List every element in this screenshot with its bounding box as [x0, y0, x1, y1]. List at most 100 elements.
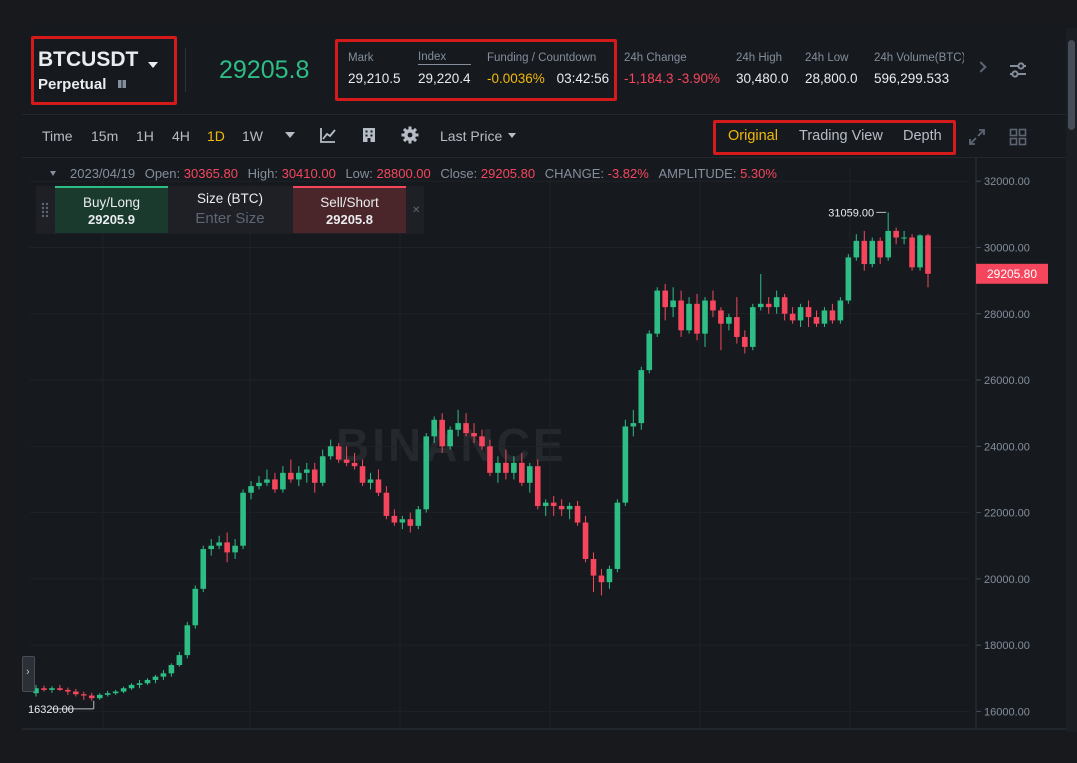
candle-body	[757, 303, 764, 308]
candle-body	[335, 446, 342, 460]
candle-body	[869, 240, 876, 265]
drag-handle-icon[interactable]	[41, 202, 49, 218]
candle-body	[359, 466, 366, 483]
candlestick-chart: 32000.00 30000.00 28000.00 26000.00 24000.00…	[22, 158, 1066, 730]
candle-body	[128, 684, 135, 689]
scrollbar-track[interactable]	[1066, 28, 1077, 732]
y-tick-label: 18000.00	[984, 640, 1030, 652]
candle-body	[208, 545, 215, 550]
candle-body	[670, 300, 676, 308]
candle-body	[789, 313, 796, 321]
candle-body	[168, 665, 175, 674]
size-input[interactable]	[176, 208, 284, 228]
y-tick-label: 24000.00	[984, 441, 1030, 453]
candle-body	[375, 479, 382, 493]
candle-body	[455, 423, 461, 430]
candle-body	[686, 303, 692, 331]
candle-body	[272, 479, 278, 490]
candle-body	[646, 333, 653, 371]
candle-body	[216, 542, 222, 546]
candle-body	[57, 688, 63, 690]
candle-body	[893, 230, 899, 238]
candle-body	[431, 419, 438, 437]
candle-body	[327, 446, 334, 457]
ohlc-legend: 2023/04/19 Open: 30365.80 High: 30410.00…	[52, 166, 777, 181]
candle-body	[280, 472, 286, 490]
ohlc-close: 29205.80	[480, 166, 536, 181]
candle-body	[678, 300, 684, 331]
candle-body	[136, 683, 143, 685]
candle-body	[160, 673, 167, 677]
candle-body	[240, 492, 246, 546]
ohlc-amplitude-label: AMPLITUDE:	[658, 166, 737, 181]
candle-body	[415, 509, 422, 526]
ohlc-open: 30365.80	[183, 166, 238, 181]
candle-body	[702, 300, 708, 334]
candle-body	[88, 695, 95, 699]
candle-body	[96, 694, 103, 699]
candle-body	[853, 240, 860, 258]
candle-body	[734, 317, 740, 337]
candle-body	[367, 479, 374, 483]
sell-short-price: 29205.8	[326, 212, 373, 227]
expand-sidebar-tab[interactable]: ›	[22, 656, 35, 692]
candle-body	[104, 693, 111, 695]
ohlc-high-label: High:	[247, 166, 278, 181]
candle-body	[742, 336, 748, 347]
sell-short-button[interactable]: Sell/Short 29205.8	[293, 186, 406, 233]
candle-body	[877, 240, 884, 258]
candle-body	[773, 297, 780, 308]
candle-body	[303, 469, 310, 473]
close-order-widget-icon[interactable]: ✕	[412, 205, 420, 216]
candle-body	[917, 235, 923, 268]
candle-body	[296, 472, 302, 480]
ohlc-high: 30410.00	[281, 166, 336, 181]
candle-body	[749, 307, 756, 347]
candle-body	[41, 688, 47, 690]
candle-body	[471, 433, 477, 437]
candle-body	[311, 469, 318, 483]
candle-body	[112, 691, 119, 694]
candle-body	[503, 462, 509, 473]
y-tick-label: 16000.00	[984, 706, 1030, 718]
candle-body	[526, 466, 533, 483]
ohlc-low-label: Low:	[345, 166, 373, 181]
candle-body	[73, 691, 79, 695]
candle-body	[511, 462, 517, 473]
candle-body	[566, 505, 573, 510]
candle-body	[120, 688, 127, 692]
candle-body	[495, 462, 501, 473]
candle-body	[439, 419, 445, 447]
ohlc-low: 28800.00	[376, 166, 431, 181]
candle-body	[630, 423, 637, 427]
candle-body	[726, 317, 732, 324]
candle-body	[813, 317, 820, 324]
buy-long-button[interactable]: Buy/Long 29205.9	[55, 186, 168, 233]
ohlc-open-label: Open:	[144, 166, 181, 181]
candle-body	[718, 310, 724, 324]
size-label: Size (BTC)	[196, 191, 263, 206]
candle-body	[80, 694, 87, 696]
candle-body	[248, 486, 254, 493]
candle-body	[638, 370, 645, 424]
candle-body	[765, 303, 772, 308]
candle-body	[574, 505, 581, 523]
scrollbar-thumb[interactable]	[1068, 40, 1075, 130]
max-price-label: 31059.00	[828, 207, 874, 219]
y-tick-label: 28000.00	[984, 309, 1030, 321]
candle-body	[487, 446, 493, 473]
candle-body	[606, 568, 613, 583]
candle-body	[654, 290, 661, 334]
ohlc-date: 2023/04/19	[70, 166, 136, 181]
candle-body	[662, 290, 668, 308]
candle-body	[558, 505, 565, 510]
candle-body	[805, 307, 812, 318]
candle-body	[383, 492, 390, 516]
y-tick-label: 26000.00	[984, 375, 1030, 387]
candle-body	[845, 257, 852, 301]
ohlc-change: -3.82%	[607, 166, 649, 181]
candle-body	[582, 522, 589, 559]
chevron-right-small-icon: ›	[26, 666, 30, 678]
candle-body	[49, 688, 55, 690]
ohlc-amplitude: 5.30%	[740, 166, 777, 181]
